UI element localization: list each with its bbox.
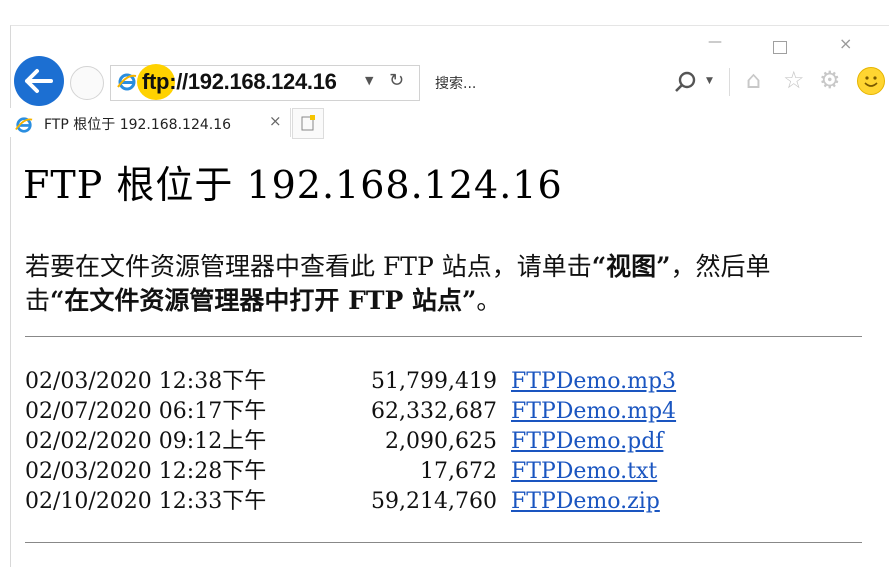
ie-tab-icon <box>15 117 33 133</box>
instructions-open-label: “在文件资源管理器中打开 FTP 站点” <box>50 286 477 315</box>
file-size: 59,214,760 <box>371 489 497 514</box>
refresh-icon[interactable]: ↻ <box>389 70 404 91</box>
file-link[interactable]: FTPDemo.txt <box>511 459 657 484</box>
search-placeholder[interactable]: 搜索... <box>435 73 476 93</box>
gear-icon[interactable]: ⚙ <box>819 66 841 94</box>
search-icon[interactable] <box>674 70 698 94</box>
file-link[interactable]: FTPDemo.zip <box>511 489 660 514</box>
file-size: 2,090,625 <box>385 429 497 454</box>
file-date: 02/02/2020 09:12上午 <box>25 429 267 454</box>
tab-title[interactable]: FTP 根位于 192.168.124.16 <box>44 114 231 134</box>
instructions-part1: 若要在文件资源管理器中查看此 FTP 站点，请单击 <box>25 252 592 281</box>
file-link[interactable]: FTPDemo.mp4 <box>511 399 676 424</box>
maximize-button[interactable] <box>773 41 787 54</box>
divider-bottom <box>25 542 862 543</box>
file-size: 17,672 <box>420 459 497 484</box>
file-date: 02/10/2020 12:33下午 <box>25 489 267 514</box>
file-row: 02/10/2020 12:33下午 59,214,760 FTPDemo.zi… <box>25 487 676 517</box>
tab-close-button[interactable]: × <box>269 112 282 130</box>
smiley-icon[interactable] <box>857 67 885 95</box>
file-date: 02/07/2020 06:17下午 <box>25 399 267 424</box>
file-listing: 02/03/2020 12:38下午 51,799,419 FTPDemo.mp… <box>25 367 676 517</box>
address-dropdown-icon[interactable]: ▼ <box>365 74 373 87</box>
instructions-end: 。 <box>476 286 502 315</box>
new-tab-icon <box>301 115 315 131</box>
back-arrow-icon <box>25 69 53 93</box>
instructions-text: 若要在文件资源管理器中查看此 FTP 站点，请单击“视图”，然后单击“在文件资源… <box>25 250 825 318</box>
divider-top <box>25 336 862 337</box>
close-window-button[interactable]: × <box>839 34 852 53</box>
home-icon[interactable]: ⌂ <box>746 66 761 94</box>
file-link[interactable]: FTPDemo.pdf <box>511 429 663 454</box>
file-date: 02/03/2020 12:28下午 <box>25 459 267 484</box>
new-tab-button[interactable] <box>292 108 324 139</box>
file-size: 51,799,419 <box>371 369 497 394</box>
file-size: 62,332,687 <box>371 399 497 424</box>
file-row: 02/03/2020 12:28下午 17,672 FTPDemo.txt <box>25 457 676 487</box>
url-text[interactable]: ftp://192.168.124.16 <box>142 69 337 95</box>
file-row: 02/03/2020 12:38下午 51,799,419 FTPDemo.mp… <box>25 367 676 397</box>
ie-icon <box>117 73 137 91</box>
forward-button[interactable] <box>70 66 104 100</box>
smiley-face-icon <box>864 76 878 87</box>
star-icon[interactable]: ☆ <box>783 66 805 94</box>
back-button[interactable] <box>14 56 64 106</box>
page-title: FTP 根位于 192.168.124.16 <box>23 163 563 207</box>
file-row: 02/07/2020 06:17下午 62,332,687 FTPDemo.mp… <box>25 397 676 427</box>
file-link[interactable]: FTPDemo.mp3 <box>511 369 676 394</box>
file-date: 02/03/2020 12:38下午 <box>25 369 267 394</box>
search-dropdown-icon[interactable]: ▼ <box>706 76 713 86</box>
instructions-view-label: “视图” <box>591 252 671 281</box>
minimize-button[interactable]: — <box>708 34 722 50</box>
file-row: 02/02/2020 09:12上午 2,090,625 FTPDemo.pdf <box>25 427 676 457</box>
toolbar-separator <box>729 68 730 96</box>
